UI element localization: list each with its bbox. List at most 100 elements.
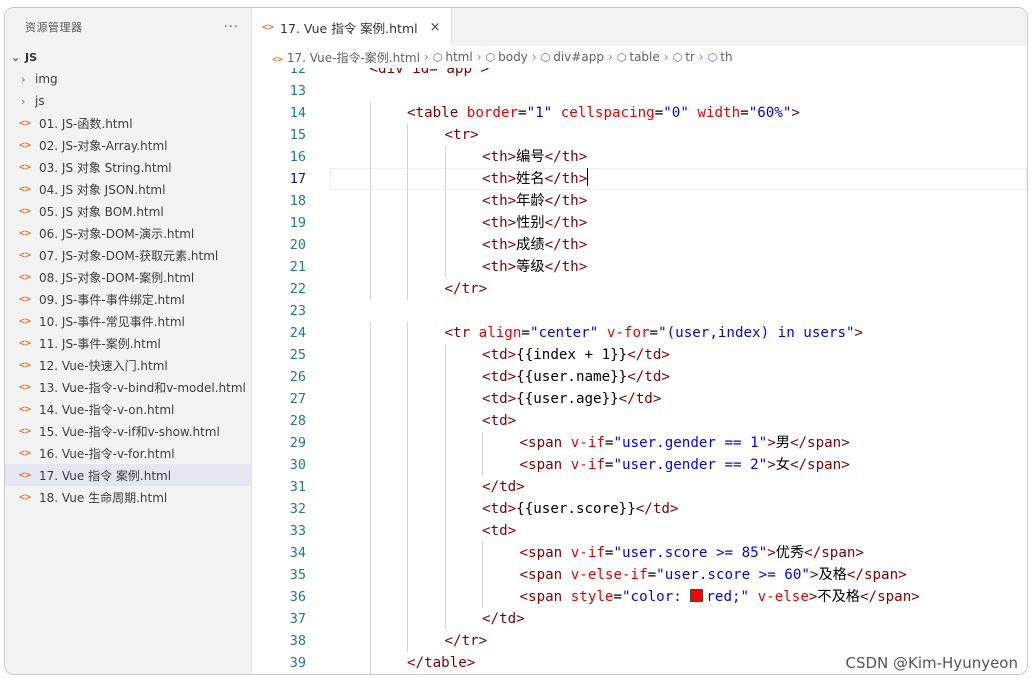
token-tag: > — [767, 457, 776, 473]
folder-item-js[interactable]: › js — [5, 90, 251, 112]
token-tag: </tr> — [444, 281, 488, 297]
html-file-icon: <> — [19, 205, 32, 217]
workspace-folder-js[interactable]: ⌄ JS — [5, 46, 251, 68]
code-line[interactable]: 35 <span v-else-if="user.score >= 60">及格<… — [252, 564, 1027, 586]
code-editor[interactable]: 12 <div id="app"> 13 14 <table border="1" ce… — [252, 68, 1027, 674]
code-line[interactable]: 33 <td> — [252, 520, 1027, 542]
indent-guide — [444, 146, 446, 168]
indent-guide — [369, 212, 371, 234]
file-item[interactable]: <> 07. JS-对象-DOM-获取元素.html — [5, 244, 251, 266]
indent-guide — [407, 322, 408, 344]
token-tag: > — [767, 435, 776, 451]
line-content: <span style="color: red;" v-else>不及格</sp… — [520, 586, 920, 608]
file-tree: › img › js <> 01. JS-函数.html <> 02. JS-对象-Array… — [5, 68, 251, 508]
indent-guide — [444, 476, 446, 498]
file-item[interactable]: <> 13. Vue-指令-v-bind和v-model.html — [5, 376, 251, 398]
breadcrumb-file[interactable]: <> 17. Vue-指令-案例.html — [272, 49, 420, 66]
file-item[interactable]: <> 08. JS-对象-DOM-案例.html — [5, 266, 251, 288]
indent-guide — [407, 146, 408, 168]
token-attr: width — [688, 105, 741, 121]
close-icon[interactable]: × — [430, 20, 441, 35]
code-line[interactable]: 17 <th>姓名</th> — [252, 168, 1027, 190]
line-content: </td> — [482, 476, 525, 498]
code-line[interactable]: 36 <span style="color: red;" v-else>不及格</… — [252, 586, 1027, 608]
code-line[interactable]: 30 <span v-if="user.gender == 2">女</span> — [252, 454, 1027, 476]
html-file-icon: <> — [272, 54, 283, 65]
file-item[interactable]: <> 02. JS-对象-Array.html — [5, 134, 251, 156]
file-item[interactable]: <> 18. Vue 生命周期.html — [5, 486, 251, 508]
chevron-right-icon: › — [531, 50, 537, 64]
file-item[interactable]: <> 14. Vue-指令-v-on.html — [5, 398, 251, 420]
code-line[interactable]: 21 <th>等级</th> — [252, 256, 1027, 278]
token-tag: <span — [519, 589, 571, 605]
indent-guide — [407, 608, 408, 630]
line-number: 23 — [289, 303, 306, 319]
file-item[interactable]: <> 15. Vue-指令-v-if和v-show.html — [5, 420, 251, 442]
file-item[interactable]: <> 03. JS 对象 String.html — [5, 156, 251, 178]
indent-guide — [407, 410, 408, 432]
token-tag: > — [767, 545, 776, 561]
token-txt: 性别 — [516, 215, 545, 231]
token-txt: {{index + 1}} — [516, 347, 628, 363]
file-item[interactable]: <> 16. Vue-指令-v-for.html — [5, 442, 251, 464]
token-txt: {{user.score}} — [516, 501, 636, 517]
file-label: 12. Vue-快速入门.html — [39, 358, 168, 373]
code-line[interactable]: 16 <th>编号</th> — [252, 146, 1027, 168]
code-line[interactable]: 20 <th>成绩</th> — [252, 234, 1027, 256]
code-line[interactable]: 15 <tr> — [252, 124, 1027, 146]
indent-guide — [369, 542, 371, 564]
indent-guide — [407, 454, 408, 476]
file-item[interactable]: <> 05. JS 对象 BOM.html — [5, 200, 251, 222]
code-line[interactable]: 23 — [252, 300, 1027, 322]
token-tag: <table — [407, 105, 467, 121]
file-item[interactable]: <> 11. JS-事件-案例.html — [5, 332, 251, 354]
file-item[interactable]: <> 01. JS-函数.html — [5, 112, 251, 134]
code-line[interactable]: 14 <table border="1" cellspacing="0" widt… — [252, 102, 1027, 124]
more-actions-icon[interactable]: ··· — [224, 20, 239, 35]
code-line[interactable]: 12 <div id="app"> — [252, 68, 1027, 80]
file-item[interactable]: <> 09. JS-事件-事件绑定.html — [5, 288, 251, 310]
tab-active-file[interactable]: <> 17. Vue 指令 案例.html × — [252, 8, 452, 46]
token-tag: </th> — [544, 193, 588, 209]
code-line[interactable]: 31 </td> — [252, 476, 1027, 498]
code-line[interactable]: 24 <tr align="center" v-for="(user,index)… — [252, 322, 1027, 344]
file-item[interactable]: <> 17. Vue 指令 案例.html — [5, 464, 251, 486]
indent-guide — [407, 366, 408, 388]
file-item[interactable]: <> 06. JS-对象-DOM-演示.html — [5, 222, 251, 244]
chevron-down-icon: ⌄ — [11, 50, 21, 64]
code-line[interactable]: 38 </tr> — [252, 630, 1027, 652]
html-file-icon: <> — [19, 249, 32, 261]
text-cursor — [587, 168, 589, 186]
folder-item-img[interactable]: › img — [5, 68, 251, 90]
file-label: 13. Vue-指令-v-bind和v-model.html — [39, 380, 246, 395]
file-item[interactable]: <> 04. JS 对象 JSON.html — [5, 178, 251, 200]
code-line[interactable]: 18 <th>年龄</th> — [252, 190, 1027, 212]
code-line[interactable]: 29 <span v-if="user.gender == 1">男</span> — [252, 432, 1027, 454]
file-label: 18. Vue 生命周期.html — [39, 490, 168, 505]
breadcrumb-item[interactable]: ⬡ html — [433, 50, 473, 64]
code-line[interactable]: 27 <td>{{user.age}}</td> — [252, 388, 1027, 410]
breadcrumb-item[interactable]: ⬡ table — [617, 50, 660, 64]
code-line[interactable]: 22 </tr> — [252, 278, 1027, 300]
code-line[interactable]: 37 </td> — [252, 608, 1027, 630]
breadcrumb-item[interactable]: ⬡ div#app — [541, 50, 604, 64]
token-str: "color: — [622, 589, 691, 605]
code-line[interactable]: 28 <td> — [252, 410, 1027, 432]
line-number: 24 — [289, 325, 306, 341]
code-line[interactable]: 34 <span v-if="user.score >= 85">优秀</span… — [252, 542, 1027, 564]
line-number: 33 — [289, 523, 306, 539]
token-tag: <td> — [482, 347, 517, 363]
code-line[interactable]: 25 <td>{{index + 1}}</td> — [252, 344, 1027, 366]
code-line[interactable]: 26 <td>{{user.name}}</td> — [252, 366, 1027, 388]
token-str: "1" — [526, 105, 553, 121]
breadcrumb-item[interactable]: ⬡ body — [486, 50, 528, 64]
code-line[interactable]: 32 <td>{{user.score}}</td> — [252, 498, 1027, 520]
file-item[interactable]: <> 12. Vue-快速入门.html — [5, 354, 251, 376]
code-line[interactable]: 19 <th>性别</th> — [252, 212, 1027, 234]
indent-guide — [444, 190, 446, 212]
code-line[interactable]: 13 — [252, 80, 1027, 102]
breadcrumb-item[interactable]: ⬡ th — [708, 50, 733, 64]
breadcrumb-item[interactable]: ⬡ tr — [673, 50, 695, 64]
file-item[interactable]: <> 10. JS-事件-常见事件.html — [5, 310, 251, 332]
chevron-right-icon: › — [698, 50, 704, 64]
